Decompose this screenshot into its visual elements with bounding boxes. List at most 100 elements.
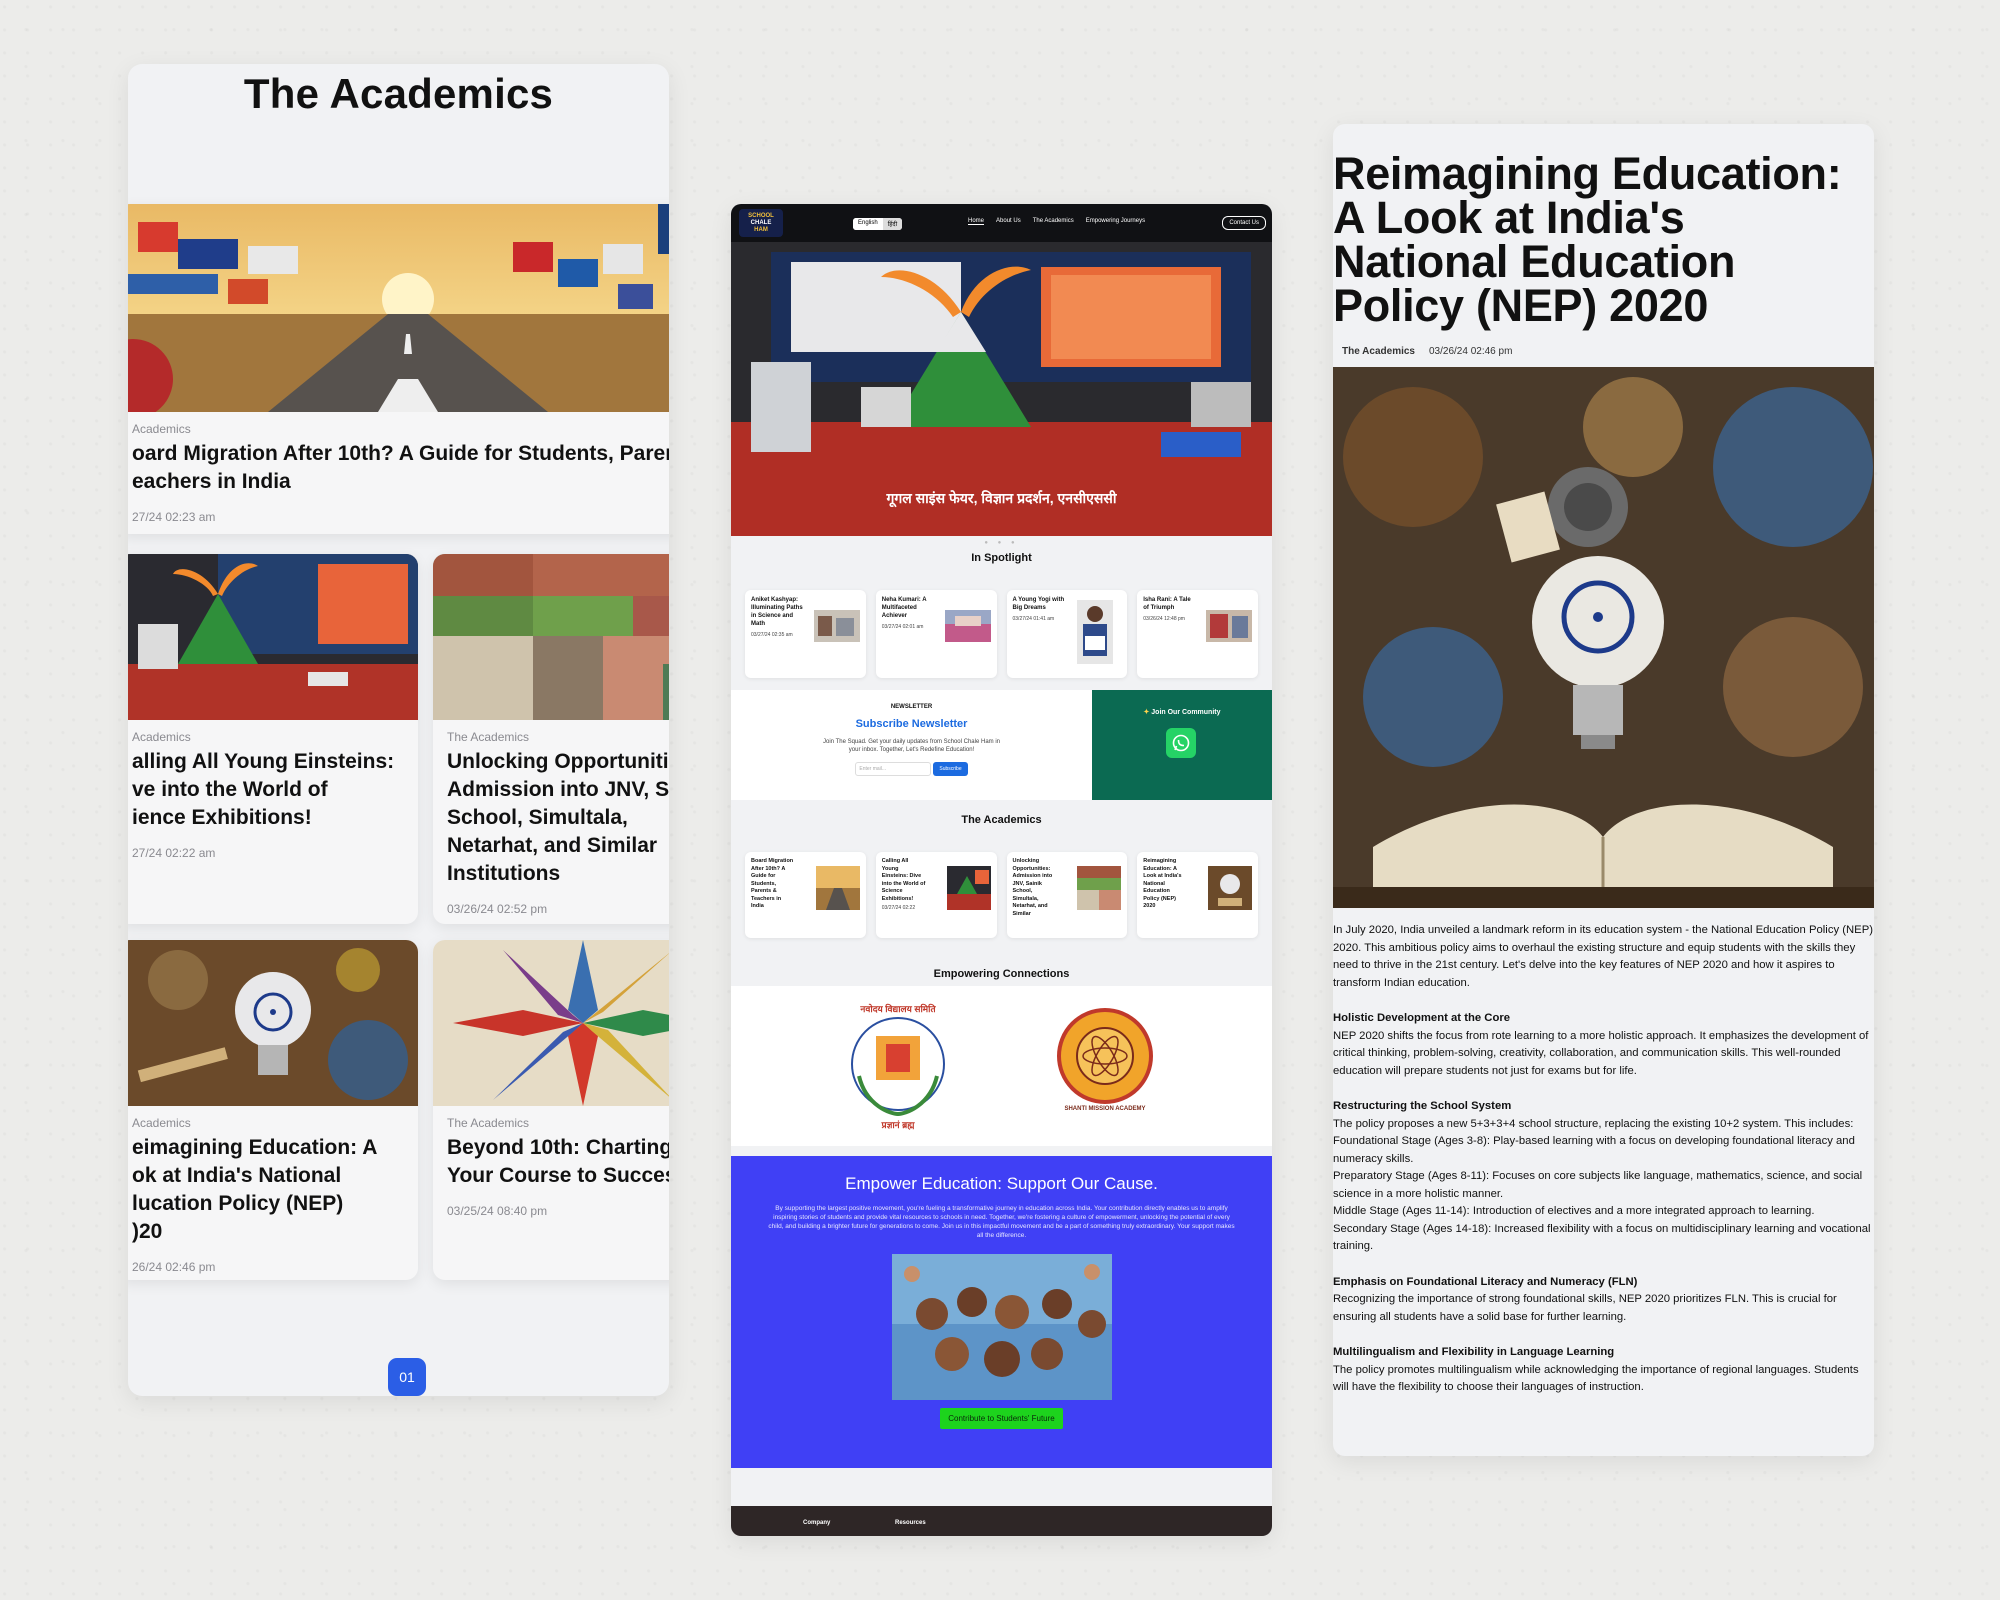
newsletter-description: Join The Squad. Get your daily updates f… (823, 739, 1000, 753)
newsletter-title: Subscribe Newsletter (855, 718, 968, 730)
section-paragraph: NEP 2020 shifts the focus from rote lear… (1333, 1029, 1869, 1077)
support-title: Empower Education: Support Our Cause. (845, 1174, 1158, 1193)
hero-carousel[interactable]: गूगल साइंस फेयर, विज्ञान प्रदर्शन, एनसीए… (731, 242, 1272, 536)
article-panel: Reimagining Education: A Look at India's… (1333, 124, 1874, 1456)
article-card[interactable]: The Academics Beyond 10th: Charting Your… (433, 940, 669, 1280)
spotlight-card-title: Neha Kumari: A Multifaceted Achiever (881, 597, 927, 619)
academics-card[interactable]: Board Migration After 10th? A Guide for … (745, 852, 866, 938)
list-item: Preparatory Stage (Ages 8-11): Focuses o… (1333, 1170, 1863, 1200)
partner-logos (851, 1008, 1153, 1117)
footer: Company Resources (731, 1506, 1272, 1536)
logo-text-3: HAM (754, 226, 768, 233)
support-section: Empower Education: Support Our Cause. By… (731, 1156, 1272, 1468)
section-paragraph: Recognizing the importance of strong fou… (1333, 1293, 1837, 1323)
article-card[interactable]: Academics eimagining Education: A ok at … (128, 940, 418, 1280)
site-logo[interactable]: SCHOOL CHALE HAM (739, 209, 783, 237)
nav-links: Home About Us The Academics Empowering J… (968, 218, 1145, 225)
featured-article-image (128, 204, 669, 412)
spotlight-card[interactable]: Isha Rani: A Tale of Triumph 03/26/24 12… (1137, 590, 1258, 678)
newsletter-email-input[interactable]: Enter mail... (855, 762, 932, 776)
contribute-button[interactable]: Contribute to Students' Future (940, 1408, 1063, 1429)
article-category-link[interactable]: The Academics (1342, 346, 1415, 357)
academics-section-title: The Academics (961, 814, 1042, 826)
list-item: Secondary Stage (Ages 14-18): Increased … (1333, 1222, 1871, 1253)
article-date: 03/26/24 02:46 pm (1429, 346, 1513, 357)
article-title[interactable]: alling All Young Einsteins: ve into the … (132, 748, 404, 832)
spotlight-card-title: Aniket Kashyap: Illuminating Paths in Sc… (751, 597, 803, 627)
article-category: Academics (132, 422, 191, 436)
nav-home[interactable]: Home (968, 218, 985, 225)
article-category: Academics (132, 1116, 191, 1130)
article-date: 27/24 02:22 am (132, 846, 216, 860)
article-image (128, 940, 418, 1106)
article-headline: Reimagining Education: A Look at India's… (1333, 148, 1842, 331)
spotlight-thumbnail (944, 610, 991, 642)
nav-about[interactable]: About Us (996, 218, 1021, 225)
spotlight-card-date: 03/27/24 02:35 am (751, 632, 793, 638)
academics-card[interactable]: Calling All Young Einsteins: Dive into t… (875, 852, 997, 938)
connections-logos: नवोदय विद्यालय समिति प्रज्ञानं ब्रह्म SH… (731, 986, 1272, 1146)
spotlight-card[interactable]: Aniket Kashyap: Illuminating Paths in Sc… (745, 590, 866, 678)
page-title: The Academics (243, 70, 554, 117)
article-intro: In July 2020, India unveiled a landmark … (1333, 924, 1874, 989)
top-navbar: SCHOOL CHALE HAM English हिंदी Home Abou… (731, 204, 1272, 242)
footer-company[interactable]: Company (803, 1520, 830, 1526)
section-heading: Restructuring the School System (1333, 1100, 1512, 1112)
navodaya-text: नवोदय विद्यालय समिति (860, 1004, 936, 1014)
section-heading: Holistic Development at the Core (1333, 1012, 1511, 1024)
spotlight-card[interactable]: Neha Kumari: A Multifaceted Achiever 03/… (875, 590, 997, 678)
section-paragraph: The policy promotes multilingualism whil… (1333, 1363, 1859, 1394)
academics-card[interactable]: Unlocking Opportunities: Admission into … (1006, 852, 1128, 938)
academics-card-title: Unlocking Opportunities: Admission into … (1012, 858, 1053, 917)
spotlight-list: Aniket Kashyap: Illuminating Paths in Sc… (731, 590, 1272, 678)
subscribe-button[interactable]: Subscribe (933, 762, 968, 776)
article-card[interactable]: The Academics Unlocking Opportunitie Adm… (433, 554, 669, 924)
article-title[interactable]: eimagining Education: A ok at India's Na… (132, 1134, 404, 1246)
lang-english-button[interactable]: English (853, 218, 883, 230)
academics-list: Board Migration After 10th? A Guide for … (731, 852, 1272, 938)
carousel-dots[interactable]: ● ● ● (731, 540, 1272, 546)
spotlight-thumbnail (1077, 600, 1114, 664)
academics-card[interactable]: Reimagining Education: A Look at India's… (1137, 852, 1258, 938)
article-date: 03/26/24 02:52 pm (447, 902, 548, 916)
article-date: 26/24 02:46 pm (132, 1260, 216, 1274)
section-heading: Emphasis on Foundational Literacy and Nu… (1333, 1275, 1638, 1288)
spotlight-card[interactable]: A Young Yogi with Big Dreams 03/27/24 01… (1006, 590, 1128, 678)
lang-hindi-button[interactable]: हिंदी (882, 218, 903, 230)
article-image (433, 940, 669, 1106)
article-card[interactable]: Academics alling All Young Einsteins: ve… (128, 554, 418, 924)
article-title[interactable]: Beyond 10th: Charting Your Course to Suc… (447, 1134, 669, 1190)
article-hero-image (1333, 367, 1874, 908)
article-category: Academics (132, 730, 191, 744)
connections-title: Empowering Connections (933, 968, 1070, 980)
spotlight-card-date: 03/27/24 01:41 am (1012, 616, 1055, 622)
article-title[interactable]: Unlocking Opportunitie Admission into JN… (447, 748, 669, 888)
shanti-mission-logo (1057, 1008, 1153, 1104)
article-meta: The Academics 03/26/24 02:46 pm (1342, 346, 1874, 357)
article-category: The Academics (447, 1116, 530, 1130)
academics-thumbnail (815, 866, 860, 910)
featured-article-card[interactable]: Academics oard Migration After 10th? A G… (128, 204, 669, 534)
navodaya-motto: प्रज्ञानं ब्रह्म (881, 1120, 915, 1130)
navodaya-logo (851, 1017, 945, 1117)
nav-empowering-journeys[interactable]: Empowering Journeys (1086, 218, 1145, 225)
logo-text-1: SCHOOL (748, 212, 774, 219)
footer-resources[interactable]: Resources (895, 1520, 926, 1526)
list-item: Foundational Stage (Ages 3-8): Play-base… (1333, 1135, 1855, 1165)
pagination-page-button[interactable]: 01 (388, 1358, 426, 1396)
nav-academics[interactable]: The Academics (1033, 218, 1074, 225)
students-photo (891, 1254, 1112, 1400)
whatsapp-icon[interactable] (1166, 728, 1196, 758)
hero-caption: गूगल साइंस फेयर, विज्ञान प्रदर्शन, एनसीए… (886, 490, 1117, 506)
contact-us-button[interactable]: Contact Us (1222, 216, 1266, 230)
article-image (128, 554, 418, 720)
article-title[interactable]: oard Migration After 10th? A Guide for S… (132, 440, 669, 496)
homepage-panel: SCHOOL CHALE HAM English हिंदी Home Abou… (731, 204, 1272, 1536)
join-community-text: Join Our Community (1151, 709, 1221, 716)
list-item: Middle Stage (Ages 11-14): Introduction … (1333, 1205, 1815, 1217)
academics-thumbnail (946, 866, 991, 910)
shanti-text: SHANTI MISSION ACADEMY (1064, 1106, 1146, 1112)
community-block: ✦ Join Our Community (1092, 690, 1272, 800)
spotlight-card-title: A Young Yogi with Big Dreams (1012, 597, 1065, 611)
spotlight-thumbnail (1206, 610, 1252, 642)
